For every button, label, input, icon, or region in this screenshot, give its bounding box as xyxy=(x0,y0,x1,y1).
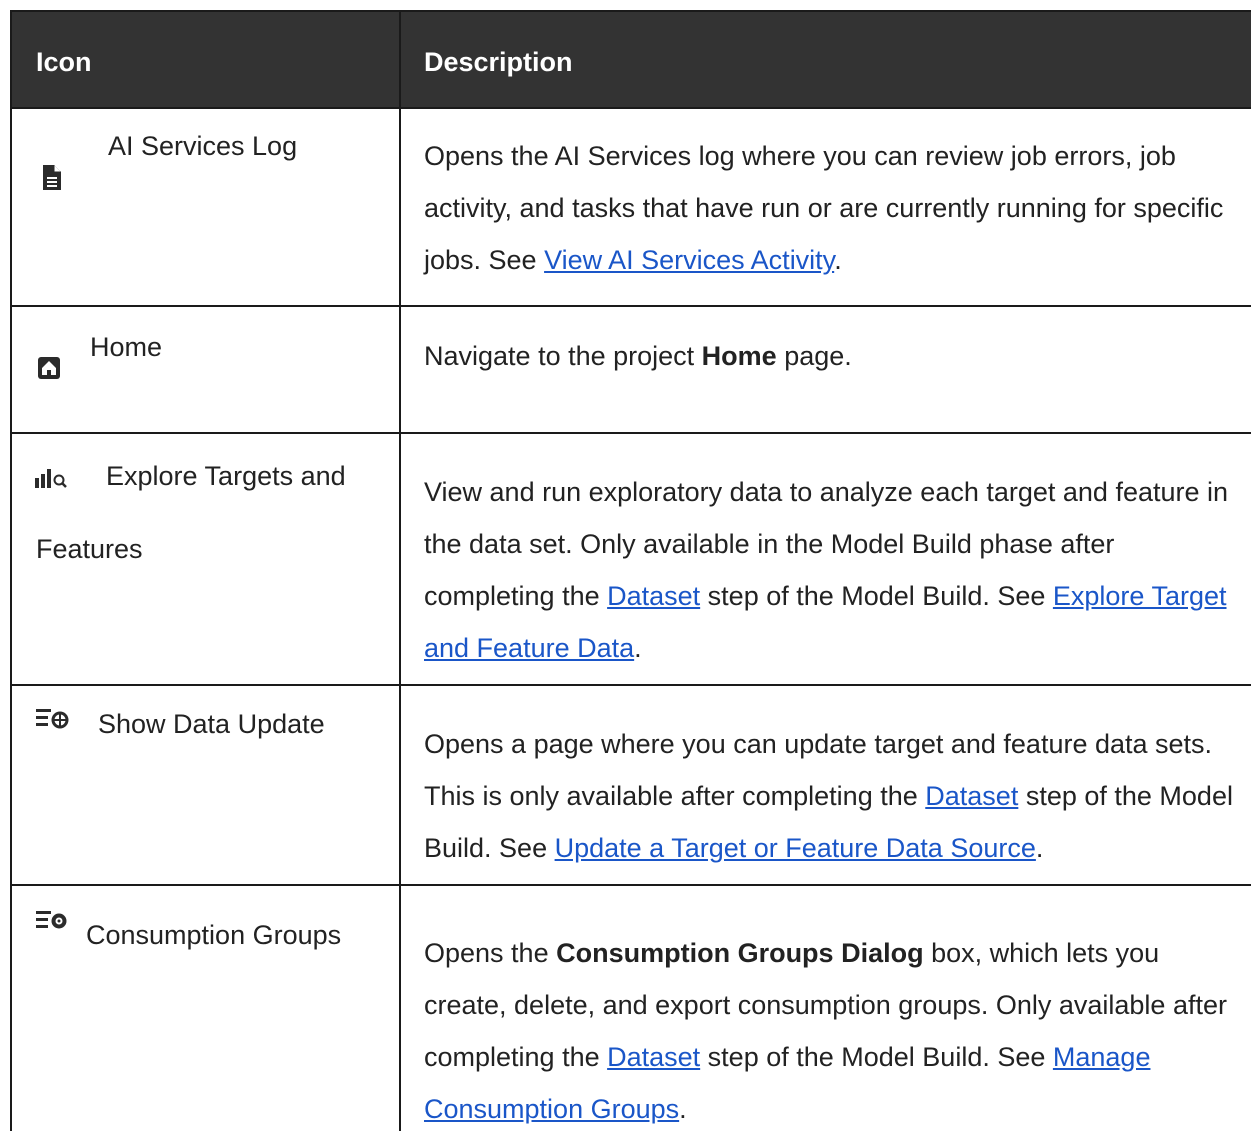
description-text: Navigate to the project xyxy=(424,341,702,371)
data-update-icon[interactable] xyxy=(36,706,72,732)
description-text: . xyxy=(834,245,842,275)
row-name-continued: Features xyxy=(36,534,143,564)
table-row: Consumption Groups Opens the Consumption… xyxy=(12,884,1251,1131)
row-name: Explore Targets and xyxy=(106,461,346,491)
consumption-groups-icon[interactable] xyxy=(36,910,70,930)
home-icon[interactable] xyxy=(38,357,60,379)
dataset-link[interactable]: Dataset xyxy=(925,781,1018,811)
row-name: AI Services Log xyxy=(108,131,298,161)
description-text: . xyxy=(634,633,642,663)
header-description: Description xyxy=(424,47,573,77)
description-bold: Consumption Groups Dialog xyxy=(556,938,924,968)
update-target-feature-data-source-link[interactable]: Update a Target or Feature Data Source xyxy=(555,833,1036,863)
column-divider xyxy=(399,109,401,305)
row-name: Consumption Groups xyxy=(86,920,342,950)
dataset-link[interactable]: Dataset xyxy=(607,1042,700,1072)
row-description: Opens the Consumption Groups Dialog box,… xyxy=(424,927,1244,1131)
row-description: Navigate to the project Home page. xyxy=(424,330,1244,382)
header-divider xyxy=(399,12,401,109)
column-divider xyxy=(399,307,401,432)
description-text: Opens the xyxy=(424,938,557,968)
column-divider xyxy=(399,886,401,1131)
document-icon[interactable] xyxy=(42,164,62,191)
header-icon: Icon xyxy=(36,47,92,77)
row-description: Opens the AI Services log where you can … xyxy=(424,130,1244,286)
table-header: Icon Description xyxy=(12,10,1251,109)
column-divider xyxy=(399,686,401,884)
column-divider xyxy=(399,434,401,684)
table-row: AI Services Log Opens the AI Services lo… xyxy=(12,107,1251,305)
table-row: Explore Targets and Features View and ru… xyxy=(12,432,1251,684)
row-description: Opens a page where you can update target… xyxy=(424,718,1244,874)
description-text: . xyxy=(1035,833,1044,863)
table-row: Show Data Update Opens a page where you … xyxy=(12,684,1251,884)
chart-search-icon[interactable] xyxy=(35,466,69,490)
view-ai-services-activity-link[interactable]: View AI Services Activity xyxy=(544,245,834,275)
description-text: step of the Model Build. See xyxy=(700,1042,1053,1072)
dataset-link[interactable]: Dataset xyxy=(607,581,700,611)
row-description: View and run exploratory data to analyze… xyxy=(424,466,1244,674)
row-name: Show Data Update xyxy=(98,709,325,739)
description-bold: Home xyxy=(701,341,777,371)
icon-description-table: Icon Description AI Services Log Opens t… xyxy=(10,10,1251,1131)
description-text: step of the Model Build. See xyxy=(700,581,1053,611)
description-text: . xyxy=(679,1094,687,1124)
row-name: Home xyxy=(90,332,163,362)
table-row: Home Navigate to the project Home page. xyxy=(12,305,1251,432)
description-text: page. xyxy=(776,341,852,371)
